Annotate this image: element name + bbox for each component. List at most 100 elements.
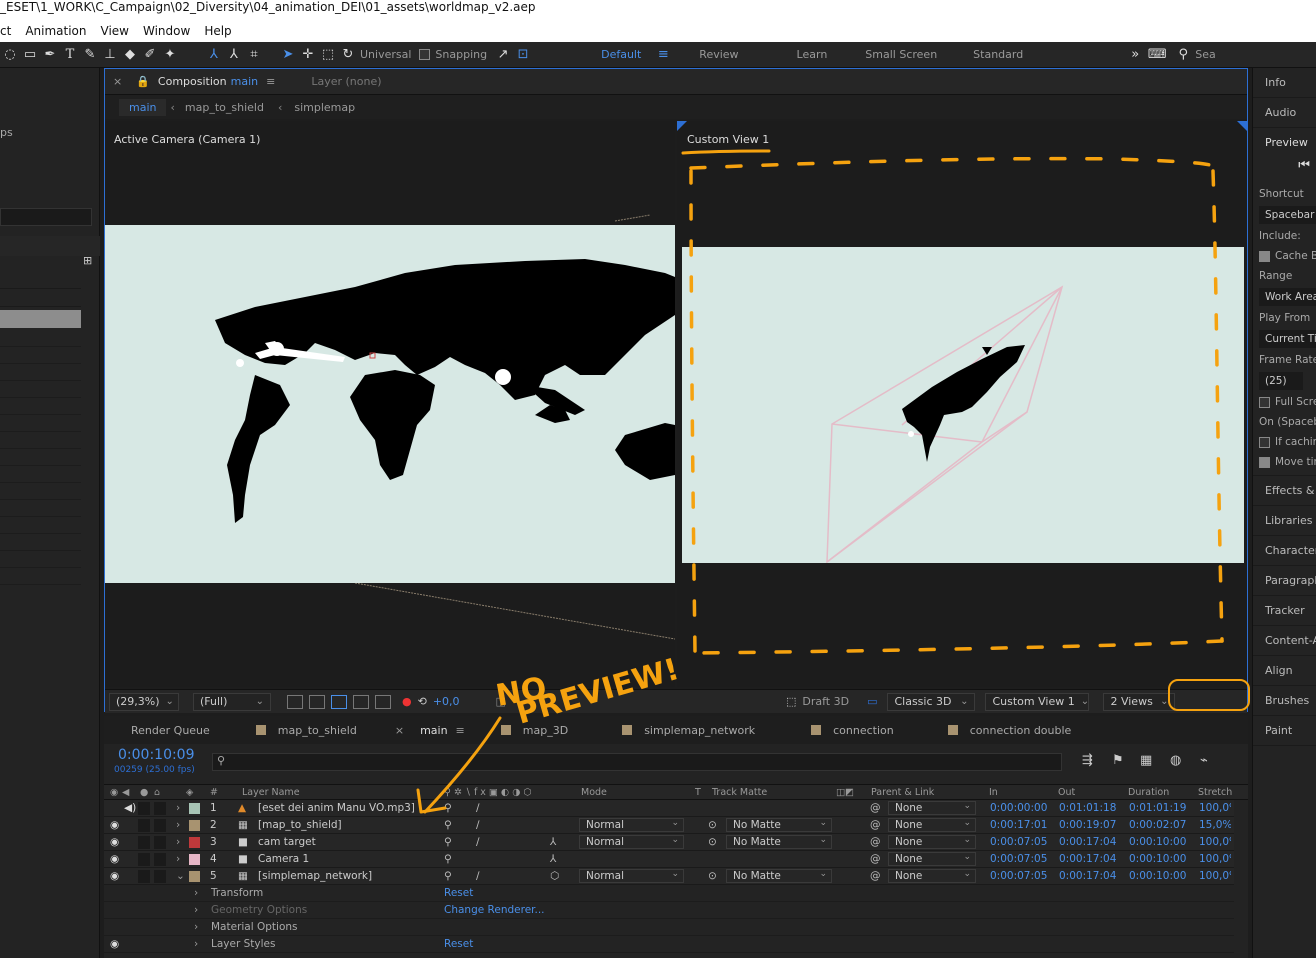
solo-toggle[interactable] [138,802,150,815]
in-time[interactable]: 0:00:07:05 [990,870,1047,882]
out-time[interactable]: 0:00:17:04 [1059,853,1116,865]
workspace-review[interactable]: Review [699,48,738,61]
tab-connection-double[interactable]: connection double [947,724,1071,737]
character-panel-tab[interactable]: Character [1253,536,1316,566]
expand-chevron-icon[interactable]: › [194,938,198,950]
in-time[interactable]: 0:00:07:05 [990,836,1047,848]
property-row-layer-styles[interactable]: ◉ › Layer Styles Reset [104,936,1234,953]
project-row-selected[interactable] [0,310,81,328]
expand-chevron-icon[interactable]: › [176,802,180,814]
layer-row[interactable]: ◉ ⌄ 5 ▦ [simplemap_network] ⚲ ∕ ⬡ Normal ⊙ No Matt… [104,868,1234,885]
tab-render-queue[interactable]: Render Queue [131,724,210,737]
snap-features-icon[interactable]: ⊡ [513,47,533,62]
right-viewer[interactable]: Custom View 1 [677,121,1247,687]
expand-chevron-icon[interactable]: › [194,904,198,916]
if-caching-row[interactable]: If cachin [1253,432,1316,452]
menu-item-window[interactable]: Window [136,24,197,38]
draft-3d-icon[interactable]: ⬚ [786,695,796,708]
paint-panel-tab[interactable]: Paint [1253,716,1316,746]
motion-blur-icon[interactable]: ◍ [1170,753,1181,768]
roto-brush-tool-icon[interactable]: ✐ [140,47,160,62]
more-workspaces-icon[interactable]: » [1125,47,1145,62]
range-dropdown[interactable]: Work Area [1259,288,1316,306]
local-axis-mode-icon[interactable]: ⅄ [204,47,224,62]
quality-switch-icon[interactable]: ∕ [476,802,480,814]
preserve-transparency-icon[interactable]: ⊙ [708,819,717,831]
universal-label[interactable]: Universal [360,48,411,61]
in-time[interactable]: 0:00:07:05 [990,853,1047,865]
play-from-dropdown[interactable]: Current Ti [1259,330,1316,348]
lock-toggle[interactable] [154,836,166,849]
cache-checkbox-row[interactable]: Cache B [1253,246,1316,266]
pick-whip-icon[interactable]: @ [870,853,881,865]
audio-panel-tab[interactable]: Audio [1253,98,1316,128]
shy-switch-icon[interactable]: ⚲ [444,836,452,848]
quality-switch-icon[interactable]: ∕ [476,836,480,848]
in-header[interactable]: In [989,787,998,798]
lock-toggle[interactable] [154,870,166,883]
current-time-display[interactable]: 0:00:10:09 [118,747,195,763]
renderer-dropdown[interactable]: Classic 3D [887,692,976,711]
layer-row[interactable]: ◉ › 4 ■ Camera 1 ⚲ ⅄ @ None 0:00:07:05 0:00:17:04 0… [104,851,1234,868]
out-time[interactable]: 0:00:19:07 [1059,819,1116,831]
move-tool-icon[interactable]: ✛ [298,47,318,62]
extended-viewer-icon[interactable]: ▭ [867,695,877,708]
layer-label-swatch[interactable] [189,871,200,882]
stretch-value[interactable]: 100,0% [1199,853,1231,865]
property-row-transform[interactable]: › Transform Reset [104,885,1234,902]
expand-chevron-icon[interactable]: › [176,836,180,848]
duration-time[interactable]: 0:00:10:00 [1129,853,1186,865]
snapping-label[interactable]: Snapping [435,48,487,61]
workspace-default[interactable]: Default [601,48,641,61]
stretch-value[interactable]: 15,0% [1199,819,1231,831]
blend-mode-dropdown[interactable]: Normal [579,834,684,849]
project-row[interactable] [0,290,81,307]
out-time[interactable]: 0:01:01:18 [1059,802,1116,814]
frame-rate-dropdown[interactable]: (25) [1259,372,1303,390]
shy-switch-icon[interactable]: ⚲ [444,870,452,882]
flowchart-icon[interactable]: ⊞ [83,254,92,267]
draft-3d-toggle-icon[interactable]: ⚑ [1112,753,1124,768]
quality-switch-icon[interactable]: ∕ [476,870,480,882]
workspace-menu-icon[interactable]: ≡ [653,47,673,62]
pick-whip-icon[interactable]: @ [870,802,881,814]
expand-chevron-icon[interactable]: › [176,819,180,831]
lock-icon[interactable]: 🔒 [136,75,150,88]
workspace-small-screen[interactable]: Small Screen [865,48,937,61]
align-panel-tab[interactable]: Align [1253,656,1316,686]
paragraph-panel-tab[interactable]: Paragraph [1253,566,1316,596]
layer-name-header[interactable]: Layer Name [242,787,300,798]
track-matte-dropdown[interactable]: No Matte [726,868,832,883]
out-time[interactable]: 0:00:17:04 [1059,870,1116,882]
duration-header[interactable]: Duration [1128,787,1169,798]
duration-time[interactable]: 0:01:01:19 [1129,802,1186,814]
rectangle-tool-icon[interactable]: ▭ [20,47,40,62]
duration-time[interactable]: 0:00:10:00 [1129,870,1186,882]
quality-switch-icon[interactable]: ∕ [476,819,480,831]
rotate-tool-icon[interactable]: ↻ [338,47,358,62]
property-action-link[interactable]: Reset [444,938,473,950]
3d-view-dropdown[interactable]: Custom View 1 [985,692,1090,711]
brush-tool-icon[interactable]: ✎ [80,47,100,62]
parent-dropdown[interactable]: None [888,800,976,815]
track-matte-dropdown[interactable]: No Matte [726,817,832,832]
panel-menu-icon[interactable]: ≡ [456,724,465,737]
out-time[interactable]: 0:00:17:04 [1059,836,1116,848]
move-time-checkbox[interactable] [1259,456,1270,468]
layer-row[interactable]: ◉ › 2 ▦ [map_to_shield] ⚲ ∕ Normal ⊙ No Matte @ Non… [104,817,1234,834]
mask-visibility-icon[interactable] [331,694,347,709]
breadcrumb-map-to-shield[interactable]: map_to_shield [185,101,264,114]
visibility-eye-icon[interactable]: ◉ [110,870,119,882]
3d-layer-icon[interactable]: ⅄ [550,836,556,848]
blend-mode-dropdown[interactable]: Normal [579,868,684,883]
tracker-panel-tab[interactable]: Tracker [1253,596,1316,626]
frame-blending-icon[interactable]: ▦ [1140,753,1152,768]
view-axis-mode-icon[interactable]: ⌗ [244,47,264,62]
shortcut-dropdown[interactable]: Spacebar [1259,206,1316,224]
breadcrumb-simplemap[interactable]: simplemap [294,101,355,114]
type-tool-icon[interactable]: T [60,47,80,62]
orbit-tool-icon[interactable]: ◌ [0,47,20,62]
full-screen-row[interactable]: Full Scre [1253,392,1316,412]
cache-checkbox[interactable] [1259,250,1270,262]
expand-chevron-icon[interactable]: › [176,853,180,865]
